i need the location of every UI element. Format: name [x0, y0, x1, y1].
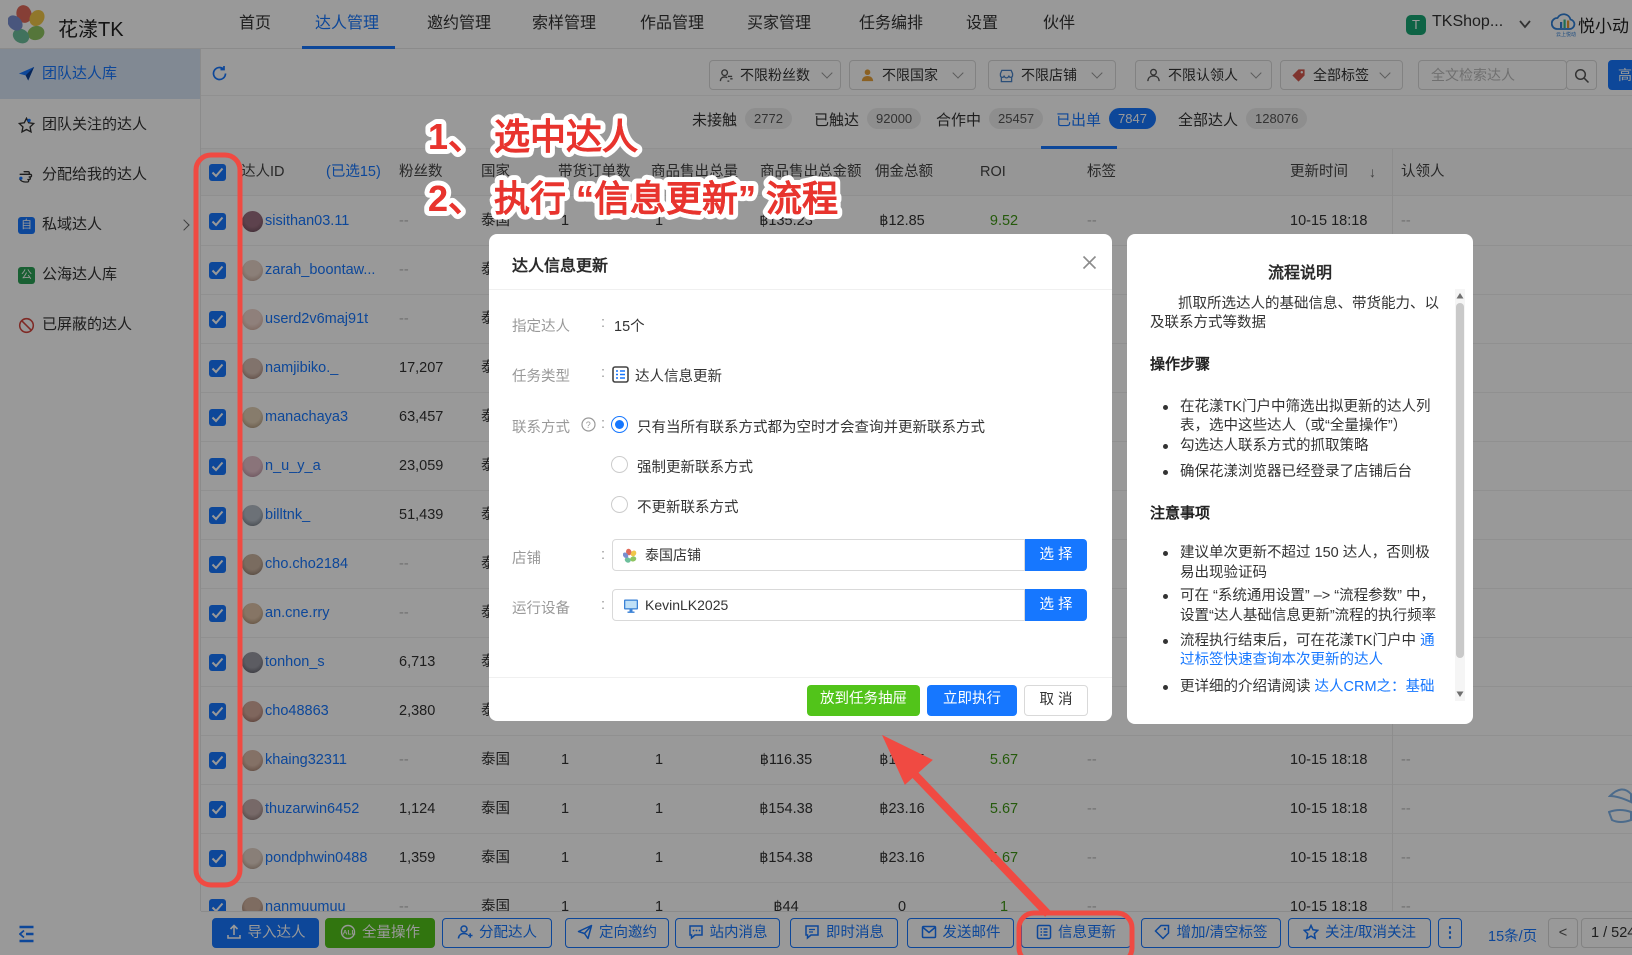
svg-text:1、 选中达人: 1、 选中达人: [428, 116, 638, 157]
svg-text:2、 执行 “信息更新” 流程: 2、 执行 “信息更新” 流程: [428, 178, 838, 219]
